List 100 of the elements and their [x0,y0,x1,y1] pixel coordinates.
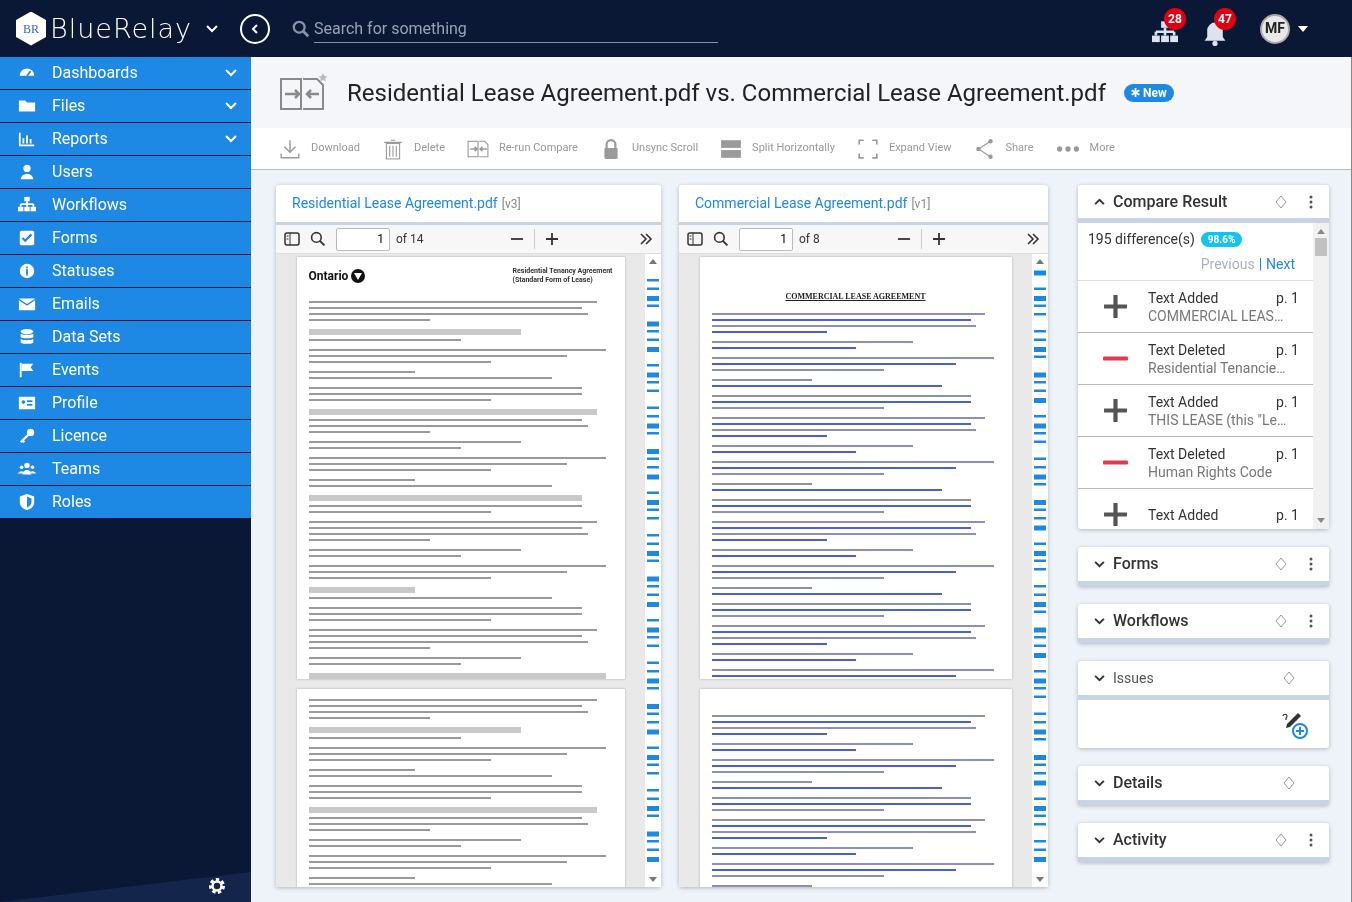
sidebar-item[interactable]: Teams [0,453,251,485]
lease-heading: COMMERCIAL LEASE AGREEMENT [784,291,927,303]
settings-icon[interactable] [207,876,227,896]
hexagon-logo: BR [16,11,46,46]
toolbar-button[interactable]: Re-run Compare [466,137,578,160]
plus-icon [1103,398,1128,423]
new-badge: New [1124,83,1174,102]
diamond-icon[interactable] [1283,671,1295,685]
panel-header[interactable]: Workflows [1078,604,1329,643]
sidebar-toggle-icon[interactable] [687,232,703,246]
scroll-down-icon[interactable] [649,877,657,883]
chevron-down-icon [1094,560,1105,568]
difference-excerpt: THIS LEASE (this "Le… [1148,410,1288,429]
panel-header[interactable]: Forms [1078,547,1329,586]
double-chevron-icon[interactable] [1026,232,1040,246]
panel-header[interactable]: Compare Result [1078,185,1329,223]
toolbar-button[interactable]: More [1055,140,1115,157]
search-icon[interactable] [310,231,326,247]
file-link[interactable]: Residential Lease Agreement.pdf [292,193,498,214]
bar-chart-icon [18,130,36,148]
difference-type: Text Deleted [1148,340,1226,359]
more-icon [1055,145,1080,152]
scrollbar[interactable] [645,254,661,887]
file-link[interactable]: Commercial Lease Agreement.pdf [695,193,908,214]
difference-type: Text Added [1148,505,1219,524]
diamond-icon[interactable] [1275,557,1287,571]
page-label: p. 1 [1276,444,1299,463]
sidebar-toggle-icon[interactable] [284,232,300,246]
sidebar-item[interactable]: Reports [0,123,251,155]
ontario-logo: Ontario [308,267,366,285]
workflow-button[interactable]: 28 [1150,11,1184,46]
sidebar-item[interactable]: Forms [0,222,251,254]
flag-icon [18,361,36,379]
difference-excerpt: Human Rights Code [1148,462,1274,481]
collapse-sidebar-button[interactable] [240,13,270,44]
more-vertical-icon[interactable] [1309,557,1313,571]
sidebar-item[interactable]: Emails [0,288,251,320]
scrollbar[interactable] [1313,223,1329,529]
sidebar-item[interactable]: Users [0,156,251,188]
scroll-thumb[interactable] [1315,238,1327,256]
link-separator: | [1258,255,1263,274]
user-icon [18,163,36,181]
next-link[interactable]: Next [1266,254,1295,275]
page-number-field[interactable]: 1 [739,227,793,251]
sidebar-item[interactable]: Events [0,354,251,386]
sidebar-item[interactable]: Profile [0,387,251,419]
diamond-icon[interactable] [1275,194,1287,209]
diamond-icon[interactable] [1275,833,1287,847]
diamond-icon[interactable] [1283,776,1295,790]
toolbar-button[interactable]: Delete [381,137,445,160]
sitemap-icon [18,196,36,214]
more-vertical-icon[interactable] [1309,614,1313,628]
page-label: p. 1 [1276,392,1299,411]
trash-icon [381,137,404,160]
more-vertical-icon[interactable] [1309,194,1313,209]
scrollbar[interactable] [1032,254,1048,887]
plus-icon [1103,294,1128,319]
zoom-in-icon[interactable] [545,232,559,246]
key-icon [18,427,36,445]
sidebar-item[interactable]: Roles [0,486,251,518]
panel-header[interactable]: Details [1078,766,1329,805]
toolbar-button[interactable]: Share [973,137,1034,160]
panel-header[interactable]: Issues [1078,661,1329,700]
difference-excerpt: Residential Tenancie… [1148,358,1287,377]
sidebar-item[interactable]: Workflows [0,189,251,221]
toolbar-button[interactable]: Download [279,137,360,160]
scroll-down-icon[interactable] [1036,877,1044,883]
search-field[interactable]: Search for something [314,14,718,43]
page-number-field[interactable]: 1 [336,227,390,251]
toolbar-button[interactable]: Unsync Scroll [599,137,699,160]
previous-link[interactable]: Previous [1200,254,1255,275]
caret-icon[interactable] [1298,25,1308,32]
chevron-down-icon [1094,674,1105,682]
scroll-up-icon[interactable] [649,258,657,264]
user-avatar[interactable]: MF [1260,13,1290,44]
scroll-up-icon[interactable] [1036,258,1044,264]
search-icon[interactable] [713,231,729,247]
more-vertical-icon[interactable] [1309,833,1313,847]
difference-count: 195 difference(s) [1088,230,1195,250]
diamond-icon[interactable] [1275,614,1287,628]
version-label: [v1] [911,195,931,213]
scroll-up-icon[interactable] [1317,229,1325,234]
sidebar-item[interactable]: Dashboards [0,57,251,89]
checkbox-icon [18,229,36,247]
panel-header[interactable]: Activity [1078,823,1329,862]
difference-type: Text Deleted [1148,444,1226,463]
sidebar-item[interactable]: Licence [0,420,251,452]
search-icon [292,19,310,38]
asterisk-icon [1131,88,1140,97]
toolbar-button[interactable]: Expand View [856,137,952,160]
sidebar-item[interactable]: Files [0,90,251,122]
double-chevron-icon[interactable] [639,232,653,246]
difference-excerpt: COMMERCIAL LEAS… [1148,306,1285,325]
sidebar-item[interactable]: Data Sets [0,321,251,353]
page-label: p. 1 [1276,340,1299,359]
sidebar-item[interactable]: Statuses [0,255,251,287]
scroll-down-icon[interactable] [1317,518,1325,523]
toolbar-button[interactable]: Split Horizontally [720,137,835,160]
chevron-down-icon [1094,779,1105,787]
zoom-in-icon[interactable] [932,232,946,246]
